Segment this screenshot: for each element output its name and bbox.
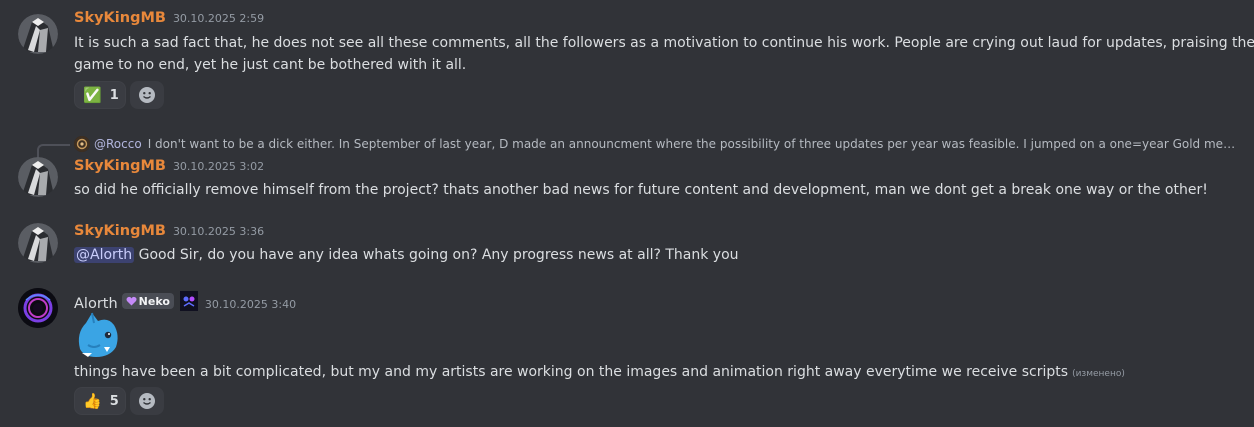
reaction-count: 5 [109,393,119,409]
add-reaction-button[interactable] [130,81,164,109]
role-icon [179,291,198,311]
author-name[interactable]: SkyKingMB [74,10,166,26]
add-reaction-button[interactable] [130,387,164,415]
reply-preview[interactable]: @Rocco I don't want to be a dick either.… [74,134,1244,154]
timestamp[interactable]: 30.10.2025 3:36 [173,225,264,238]
author-name[interactable]: SkyKingMB [74,223,166,239]
role-tag[interactable]: Neko [121,293,174,309]
sticker-blue-creature[interactable] [74,309,122,359]
timestamp[interactable]: 30.10.2025 3:02 [173,160,264,173]
blue-creature-sticker [78,312,118,357]
reply-author-mention[interactable]: @Rocco [94,137,142,151]
user-mention[interactable]: @Alorth [74,247,135,263]
edited-label[interactable]: (изменено) [1072,369,1125,379]
heart-icon [126,296,137,306]
reaction-count: 1 [109,87,119,103]
reaction-checkmark[interactable]: ✅ 1 [74,81,126,109]
role-tag-label: Neko [138,294,170,308]
reaction-thumbs-up[interactable]: 👍 5 [74,387,126,415]
message-header: SkyKingMB 30.10.2025 2:59 [74,10,264,30]
avatar-skykingmb[interactable] [18,223,58,263]
smiley-face-icon [139,87,155,103]
smiley-face-icon [139,393,155,409]
message-body: things have been a bit complicated, but … [74,364,1069,380]
message-body: Good Sir, do you have any idea whats goi… [134,247,739,263]
message-text: @Alorth Good Sir, do you have any idea w… [74,244,739,266]
author-name[interactable]: SkyKingMB [74,158,166,174]
message-header: SkyKingMB 30.10.2025 3:36 [74,223,264,243]
reply-spine [37,144,70,158]
avatar-skykingmb[interactable] [18,14,58,54]
avatar-alorth[interactable] [18,288,58,328]
avatar-skykingmb[interactable] [18,157,58,197]
message-text-line-2: game to no end, yet he just cant be both… [74,57,467,73]
message-text: so did he officially remove himself from… [74,182,1208,198]
thumbs-up-emoji-icon: 👍 [83,392,102,410]
reply-avatar [74,136,90,152]
message-header: SkyKingMB 30.10.2025 3:02 [74,158,264,178]
message-header: Alorth Neko 30.10.2025 3:40 [74,288,296,312]
message-text-line-1: It is such a sad fact that, he does not … [74,35,1254,51]
message-text: things have been a bit complicated, but … [74,361,1125,385]
checkmark-emoji-icon: ✅ [83,86,102,104]
reply-text: I don't want to be a dick either. In Sep… [147,137,1244,151]
timestamp[interactable]: 30.10.2025 3:40 [205,298,296,311]
timestamp[interactable]: 30.10.2025 2:59 [173,12,264,25]
